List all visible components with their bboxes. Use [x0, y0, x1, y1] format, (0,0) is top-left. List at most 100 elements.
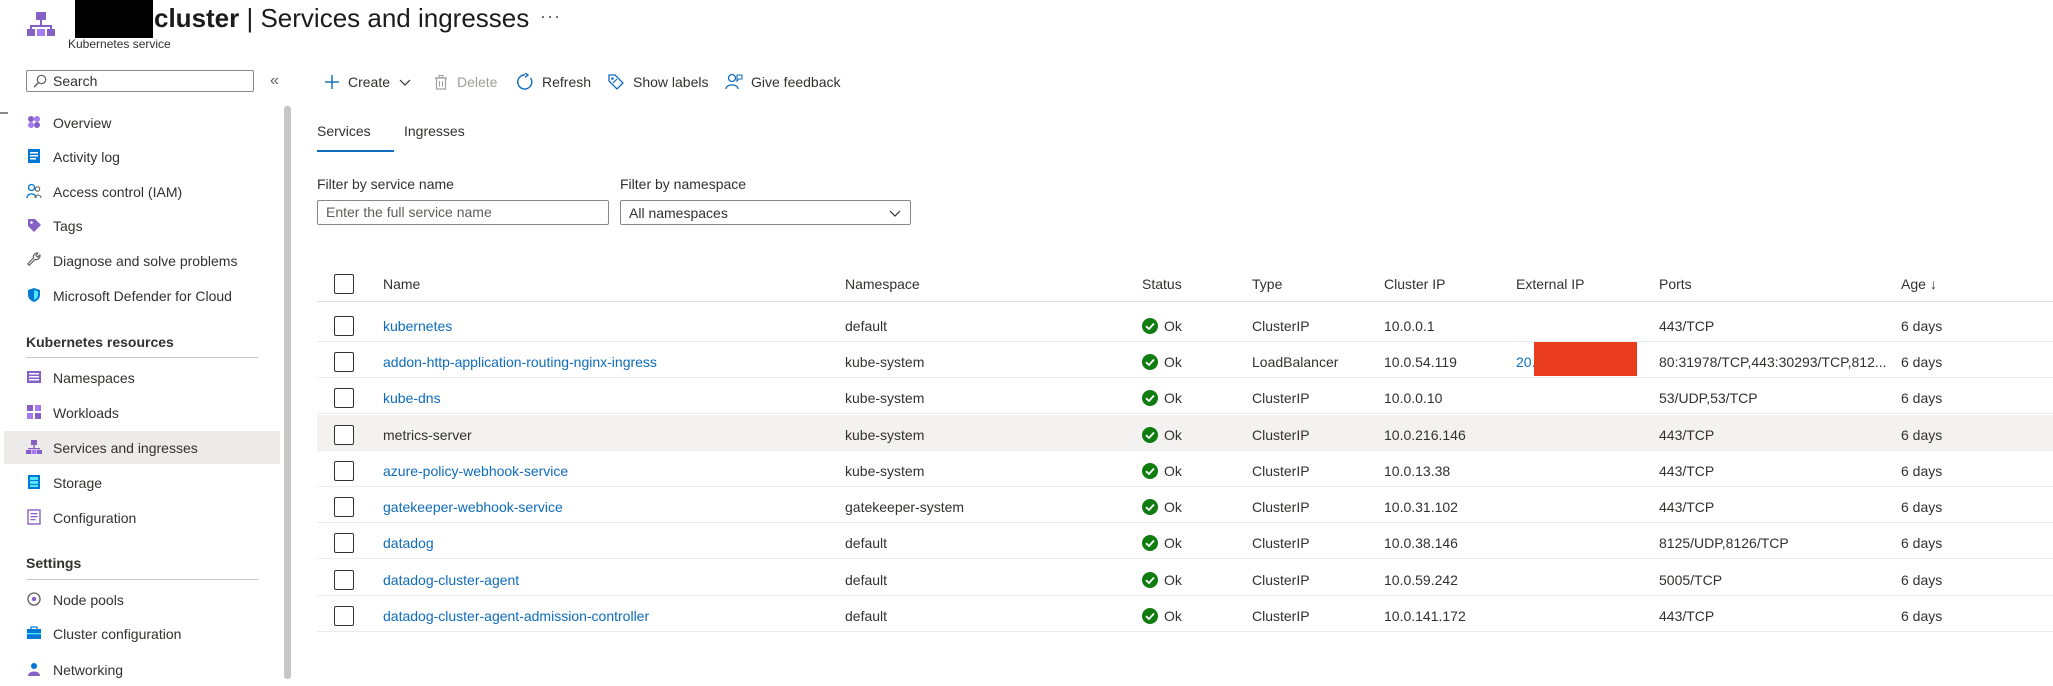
row-checkbox[interactable] — [334, 388, 354, 408]
filter-service-name-field[interactable] — [317, 200, 609, 225]
row-checkbox[interactable] — [334, 352, 354, 372]
header-divider — [317, 301, 2053, 302]
active-tab-indicator — [317, 150, 394, 152]
sidebar-item-services-and-ingresses[interactable]: Services and ingresses — [4, 431, 280, 464]
row-checkbox[interactable] — [334, 533, 354, 553]
service-name-link[interactable]: kubernetes — [383, 318, 452, 334]
service-name-link[interactable]: addon-http-application-routing-nginx-ing… — [383, 354, 657, 370]
sidebar-item-overview[interactable]: Overview — [4, 106, 280, 139]
row-checkbox[interactable] — [334, 606, 354, 626]
create-button[interactable]: Create — [324, 70, 412, 94]
cluster-ip-cell: 10.0.0.1 — [1384, 318, 1435, 334]
column-header-ports[interactable]: Ports — [1659, 276, 1692, 292]
table-row[interactable] — [317, 451, 2053, 487]
sort-descending-icon: ↓ — [1929, 276, 1937, 292]
table-row[interactable] — [317, 306, 2053, 342]
row-checkbox[interactable] — [334, 425, 354, 445]
search-box[interactable] — [26, 70, 254, 92]
refresh-button[interactable]: Refresh — [516, 70, 591, 94]
row-checkbox[interactable] — [334, 497, 354, 517]
sidebar-item-storage[interactable]: Storage — [4, 466, 280, 499]
namespace-cell: kube-system — [845, 390, 925, 406]
delete-button[interactable]: Delete — [433, 70, 497, 94]
table-row[interactable] — [317, 560, 2053, 596]
column-header-status[interactable]: Status — [1142, 276, 1182, 292]
column-header-type[interactable]: Type — [1252, 276, 1282, 292]
cluster-ip-cell: 10.0.54.119 — [1384, 354, 1457, 370]
sidebar-item-tags[interactable]: Tags — [4, 209, 280, 242]
row-checkbox[interactable] — [334, 461, 354, 481]
service-name-link[interactable]: gatekeeper-webhook-service — [383, 499, 563, 515]
status-text: Ok — [1164, 572, 1182, 588]
refresh-label: Refresh — [542, 74, 592, 90]
give-feedback-label: Give feedback — [751, 74, 841, 90]
service-name-link[interactable]: datadog — [383, 535, 434, 551]
tab-services[interactable]: Services — [317, 123, 371, 139]
column-header-external-ip[interactable]: External IP — [1516, 276, 1584, 292]
type-cell: ClusterIP — [1252, 499, 1310, 515]
column-header-cluster-ip[interactable]: Cluster IP — [1384, 276, 1445, 292]
collapse-sidebar-button[interactable]: « — [270, 72, 279, 90]
service-name-link[interactable]: azure-policy-webhook-service — [383, 463, 568, 479]
sidebar-item-defender[interactable]: Microsoft Defender for Cloud — [4, 279, 280, 312]
column-header-age[interactable]: Age ↓ — [1901, 276, 1937, 292]
sidebar-item-label: Workloads — [53, 404, 119, 421]
table-row[interactable] — [317, 487, 2053, 523]
namespace-dropdown[interactable]: All namespaces — [620, 200, 911, 225]
show-labels-button[interactable]: Show labels — [607, 70, 709, 94]
create-label: Create — [348, 74, 391, 90]
sidebar-item-networking[interactable]: Networking — [4, 653, 280, 686]
column-header-namespace[interactable]: Namespace — [845, 276, 920, 292]
delete-label: Delete — [457, 74, 498, 90]
tab-ingresses[interactable]: Ingresses — [404, 123, 465, 139]
namespace-cell: gatekeeper-system — [845, 499, 965, 515]
sidebar-item-label: Access control (IAM) — [53, 183, 183, 200]
sidebar-item-access-control[interactable]: Access control (IAM) — [4, 175, 280, 208]
sidebar-item-activity-log[interactable]: Activity log — [4, 140, 280, 173]
sidebar-item-label: Cluster configuration — [53, 625, 182, 642]
sidebar-item-node-pools[interactable]: Node pools — [4, 583, 280, 616]
sidebar-scrollbar[interactable] — [284, 106, 291, 679]
show-labels-label: Show labels — [633, 74, 709, 90]
service-name-link[interactable]: datadog-cluster-agent — [383, 572, 519, 588]
row-checkbox[interactable] — [334, 316, 354, 336]
give-feedback-button[interactable]: Give feedback — [725, 70, 841, 94]
status-ok-icon — [1142, 354, 1158, 370]
search-input[interactable] — [53, 72, 249, 90]
overview-icon — [28, 116, 40, 128]
sidebar-item-diagnose[interactable]: Diagnose and solve problems — [4, 244, 280, 277]
filter-service-name-input[interactable] — [326, 204, 586, 220]
type-cell: ClusterIP — [1252, 572, 1310, 588]
section-header-settings: Settings — [26, 555, 82, 571]
service-name-link[interactable]: datadog-cluster-agent-admission-controll… — [383, 608, 649, 624]
select-all-checkbox[interactable] — [334, 274, 354, 294]
age-cell: 6 days — [1901, 572, 1943, 588]
sidebar-item-cluster-configuration[interactable]: Cluster configuration — [4, 617, 280, 650]
table-row[interactable] — [317, 378, 2053, 414]
sidebar-item-configuration[interactable]: Configuration — [4, 501, 280, 534]
table-row[interactable] — [317, 523, 2053, 559]
sidebar-item-workloads[interactable]: Workloads — [4, 396, 280, 429]
age-cell: 6 days — [1901, 463, 1943, 479]
type-cell: ClusterIP — [1252, 608, 1310, 624]
namespace-cell: default — [845, 535, 888, 551]
age-cell: 6 days — [1901, 318, 1943, 334]
sidebar-item-label: Diagnose and solve problems — [53, 252, 238, 269]
table-row[interactable] — [317, 415, 2053, 451]
status-ok-icon — [1142, 608, 1158, 624]
column-header-name[interactable]: Name — [383, 276, 420, 292]
namespace-cell: default — [845, 572, 888, 588]
external-ip-link[interactable]: 20. — [1516, 354, 1535, 370]
row-checkbox[interactable] — [334, 570, 354, 590]
type-cell: ClusterIP — [1252, 318, 1310, 334]
cluster-ip-cell: 10.0.13.38 — [1384, 463, 1451, 479]
kubernetes-service-icon — [27, 12, 55, 36]
filter-namespace-label: Filter by namespace — [620, 176, 747, 192]
ports-cell: 443/TCP — [1659, 499, 1715, 515]
configuration-icon — [27, 509, 41, 525]
more-options-button[interactable]: ··· — [540, 6, 561, 27]
sidebar-item-namespaces[interactable]: Namespaces — [4, 361, 280, 394]
page-title: cluster | Services and ingresses — [154, 3, 530, 33]
resource-type-subtitle: Kubernetes service — [68, 37, 171, 51]
service-name-link[interactable]: kube-dns — [383, 390, 441, 406]
